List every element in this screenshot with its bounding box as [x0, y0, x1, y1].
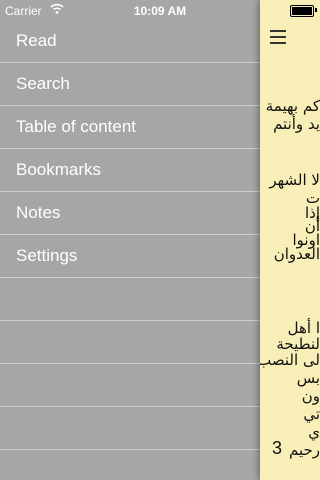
menu-empty-row — [0, 364, 260, 407]
menu-item-settings[interactable]: Settings — [0, 235, 260, 278]
menu-item-read[interactable]: Read — [0, 20, 260, 63]
verse-text-line: رحيم — [288, 441, 320, 459]
ayah-number: 3 — [272, 438, 283, 458]
menu-empty-row — [0, 321, 260, 364]
menu-empty-row — [0, 407, 260, 450]
battery-icon — [290, 5, 314, 17]
menu-empty-row — [0, 278, 260, 321]
side-menu: Read Search Table of content Bookmarks N… — [0, 20, 260, 450]
verse-text-line: تي — [303, 405, 320, 423]
verse-text-line: لى النصب — [260, 351, 320, 369]
verse-text-line: العدوان — [273, 245, 320, 263]
menu-item-bookmarks[interactable]: Bookmarks — [0, 149, 260, 192]
verse-text-line: لا الشهر — [269, 171, 320, 189]
hamburger-menu-icon[interactable] — [270, 30, 286, 44]
menu-item-notes[interactable]: Notes — [0, 192, 260, 235]
status-bar: Carrier 10:09 AM — [0, 0, 260, 20]
menu-item-table-of-content[interactable]: Table of content — [0, 106, 260, 149]
verse-text-line: ا أهل — [287, 319, 320, 337]
verse-text-line: يد وأنتم — [273, 115, 320, 133]
verse-text-line: كم بهيمة — [265, 97, 320, 115]
battery-tip — [315, 8, 317, 12]
reading-pane[interactable]: كم بهيمة يد وأنتم لا الشهر ت إذا أن اونو… — [260, 0, 320, 480]
verse-text-line: بس — [296, 369, 320, 387]
menu-item-search[interactable]: Search — [0, 63, 260, 106]
verse-text-line: ون — [301, 387, 320, 405]
verse-text-line: لنطيحة — [276, 335, 320, 353]
verse-text-line: ي — [308, 423, 320, 441]
